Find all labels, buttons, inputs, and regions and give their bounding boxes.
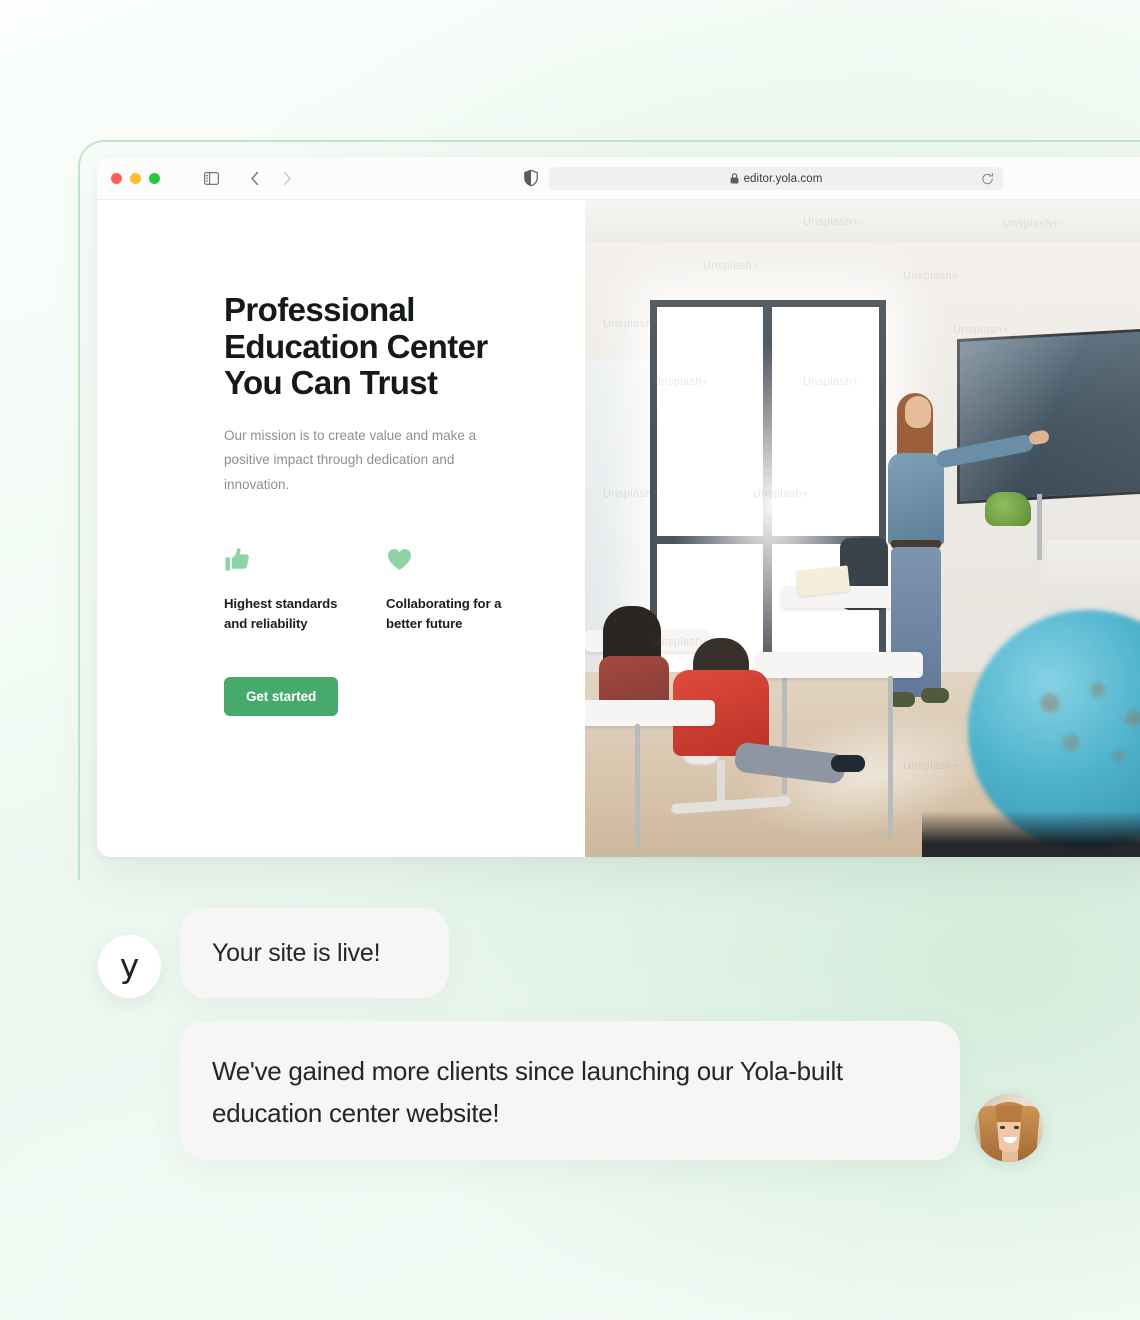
heart-icon <box>386 543 548 573</box>
address-bar[interactable]: editor.yola.com <box>549 167 1003 190</box>
sidebar-toggle-icon[interactable] <box>198 165 224 191</box>
features-row: Highest standards and reliability Collab… <box>224 543 585 635</box>
chevron-left-icon[interactable] <box>242 165 268 191</box>
client-avatar <box>975 1094 1043 1162</box>
url-text: editor.yola.com <box>743 172 823 185</box>
feature-label: Collaborating for a better future <box>386 595 502 632</box>
hero-text-column: Professional Education Center You Can Tr… <box>97 200 585 857</box>
browser-window: editor.yola.com Professional Education C… <box>97 157 1140 857</box>
yola-brand-avatar: y <box>98 935 161 998</box>
thumbs-up-icon <box>224 543 386 573</box>
browser-nav-controls <box>198 165 300 191</box>
page-title: Professional Education Center You Can Tr… <box>224 291 488 402</box>
reload-icon[interactable] <box>981 172 994 185</box>
address-bar-content: editor.yola.com <box>730 173 823 185</box>
feature-item-standards: Highest standards and reliability <box>224 543 386 635</box>
classroom-photo: Unsplash+ Unsplash+ Unsplash+ Unsplash+ … <box>585 200 1140 857</box>
chevron-right-icon[interactable] <box>274 165 300 191</box>
feature-label: Highest standards and reliability <box>224 595 338 632</box>
browser-toolbar: editor.yola.com <box>97 157 1140 200</box>
hero-subtext: Our mission is to create value and make … <box>224 427 477 492</box>
chat-bubble-testimonial: We've gained more clients since launchin… <box>180 1021 960 1160</box>
close-window-button[interactable] <box>111 172 122 184</box>
feature-item-collaborating: Collaborating for a better future <box>386 543 548 635</box>
website-preview: Professional Education Center You Can Tr… <box>97 200 1140 857</box>
privacy-shield-icon[interactable] <box>524 169 538 187</box>
chat-bubble-site-live: Your site is live! <box>180 908 449 998</box>
maximize-window-button[interactable] <box>149 172 160 184</box>
window-traffic-lights[interactable] <box>111 172 160 184</box>
minimize-window-button[interactable] <box>130 172 141 184</box>
lock-icon <box>730 173 739 184</box>
get-started-button[interactable]: Get started <box>224 676 339 716</box>
yola-logo-letter: y <box>119 946 140 985</box>
